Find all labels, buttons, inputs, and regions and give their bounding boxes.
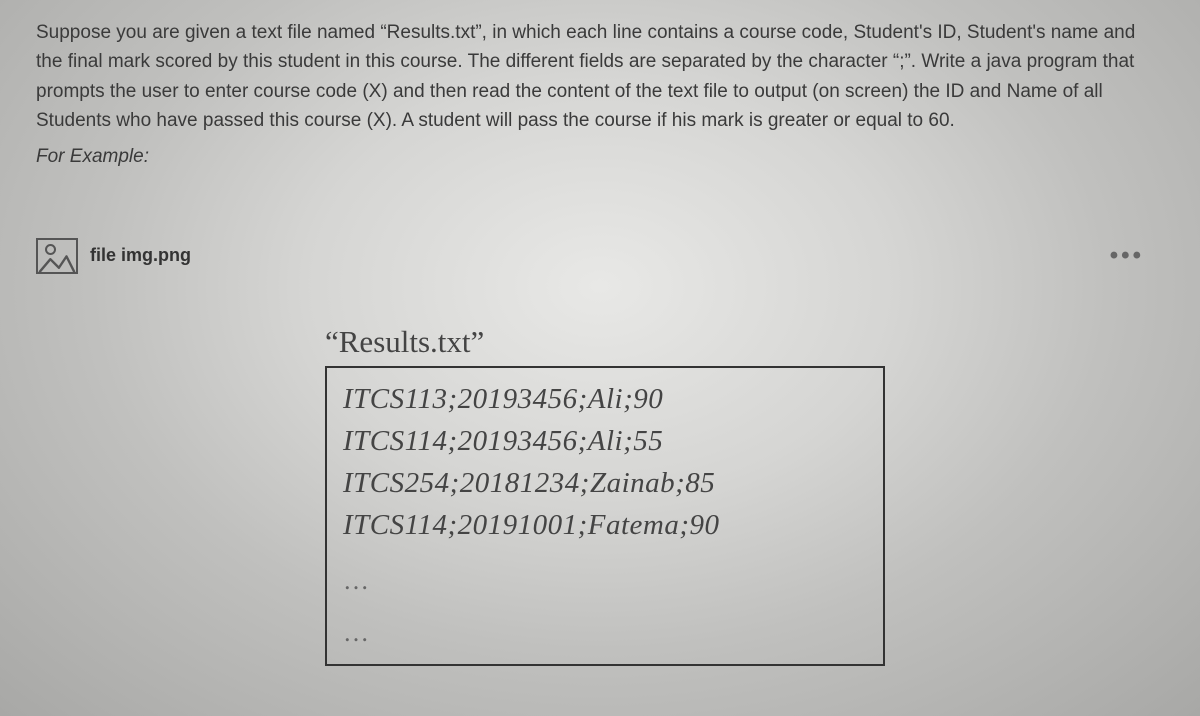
mountain-svg: [38, 253, 76, 273]
file-content-box: ITCS113;20193456;Ali;90 ITCS114;20193456…: [325, 366, 885, 666]
more-options-icon[interactable]: •••: [1110, 242, 1164, 270]
file-line: ITCS114;20193456;Ali;55: [343, 420, 867, 462]
ellipsis-line: …: [343, 564, 867, 598]
ellipsis-line: …: [343, 616, 867, 650]
image-icon: [36, 238, 78, 274]
file-line: ITCS254;20181234;Zainab;85: [343, 462, 867, 504]
attachment-left[interactable]: file img.png: [36, 238, 191, 274]
for-example-label: For Example:: [0, 146, 1200, 188]
question-body: Suppose you are given a text file named …: [0, 0, 1200, 146]
file-line: ITCS114;20191001;Fatema;90: [343, 504, 867, 546]
file-preview: “Results.txt” ITCS113;20193456;Ali;90 IT…: [325, 324, 885, 666]
file-title: “Results.txt”: [325, 324, 885, 360]
file-line: ITCS113;20193456;Ali;90: [343, 378, 867, 420]
attachment-filename: file img.png: [90, 245, 191, 266]
attachment-row: file img.png •••: [0, 218, 1200, 294]
